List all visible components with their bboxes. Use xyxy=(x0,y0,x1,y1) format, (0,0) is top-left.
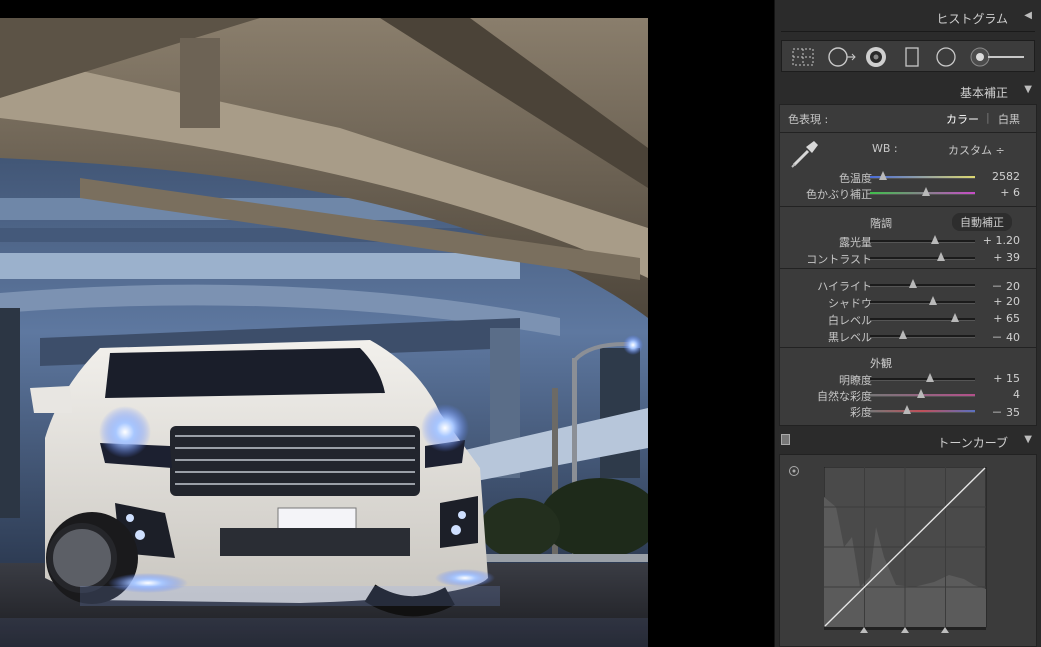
slider-track[interactable] xyxy=(870,235,975,244)
basic-header[interactable]: 基本補正 ▼ xyxy=(775,80,1041,102)
slider-label: 色かぶり補正 xyxy=(806,188,872,201)
slider-row: 黒レベル － 40 xyxy=(780,328,1038,344)
slider-thumb[interactable] xyxy=(917,389,926,398)
slider-thumb[interactable] xyxy=(929,296,937,305)
slider-label: 色温度 xyxy=(839,172,872,185)
slider-label: ハイライト xyxy=(817,280,872,293)
slider-label: 自然な彩度 xyxy=(817,390,872,403)
divider xyxy=(780,347,1036,348)
targeted-adjustment-icon[interactable] xyxy=(788,465,800,477)
tone-label: 階調 xyxy=(870,217,892,230)
divider xyxy=(781,31,1035,32)
wb-preset-select[interactable]: カスタム ÷ xyxy=(948,142,1005,158)
tone-curve-title: トーンカーブ xyxy=(937,436,1008,450)
slider-thumb[interactable] xyxy=(898,330,907,339)
adjustment-brush-icon[interactable] xyxy=(968,46,1026,68)
divider xyxy=(780,206,1036,207)
slider-value[interactable]: － 40 xyxy=(992,329,1021,345)
slider-label: 黒レベル xyxy=(828,331,872,344)
slider-thumb[interactable] xyxy=(951,313,960,322)
slider-value[interactable]: + 39 xyxy=(993,251,1020,264)
slider-track[interactable] xyxy=(870,330,975,339)
slider-row: 色かぶり補正 + 6 xyxy=(780,185,1038,201)
slider-track[interactable] xyxy=(870,171,975,180)
histogram-header[interactable]: ヒストグラム ◀ xyxy=(775,6,1041,28)
slider-value[interactable]: + 6 xyxy=(1000,186,1020,199)
basic-title: 基本補正 xyxy=(959,86,1008,100)
graduated-filter-icon[interactable] xyxy=(902,46,922,68)
slider-value[interactable]: + 1.20 xyxy=(983,234,1020,247)
slider-thumb[interactable] xyxy=(909,279,918,288)
slider-label: 明瞭度 xyxy=(839,374,872,387)
red-eye-icon[interactable] xyxy=(864,46,888,68)
slider-thumb[interactable] xyxy=(921,187,930,196)
panel-switch-icon[interactable] xyxy=(781,434,790,445)
car-under-highway-photo xyxy=(0,18,648,647)
slider-track[interactable] xyxy=(870,187,975,196)
slider-row: シャドウ + 20 xyxy=(780,294,1038,310)
triangle-down-icon[interactable]: ▼ xyxy=(1024,434,1032,445)
divider xyxy=(780,132,1036,133)
slider-label: 彩度 xyxy=(850,406,872,419)
tool-strip xyxy=(781,40,1035,72)
slider-value[interactable]: － 20 xyxy=(992,278,1021,294)
tone-curve-section xyxy=(779,454,1037,647)
slider-track[interactable] xyxy=(870,252,975,261)
slider-track[interactable] xyxy=(870,405,975,414)
slider-row: 自然な彩度 4 xyxy=(780,387,1038,403)
triangle-left-icon[interactable]: ◀ xyxy=(1024,10,1032,21)
photo-canvas[interactable] xyxy=(0,0,774,647)
slider-row: 露光量 + 1.20 xyxy=(780,233,1038,249)
histogram-title: ヒストグラム xyxy=(936,12,1008,26)
spot-removal-icon[interactable] xyxy=(826,46,858,68)
treatment-separator: | xyxy=(986,111,990,124)
slider-thumb[interactable] xyxy=(902,405,911,414)
wb-label: WB : xyxy=(872,142,898,155)
treatment-color-option[interactable]: カラー xyxy=(946,111,979,127)
presence-label: 外観 xyxy=(870,357,892,370)
slider-value[interactable]: 4 xyxy=(1013,388,1020,401)
develop-right-panel: ヒストグラム ◀ 基本補正 ▼ 色表現: カラー | 白黒 WB: カスタム… xyxy=(774,0,1041,647)
treatment-bw-option[interactable]: 白黒 xyxy=(998,111,1020,127)
treatment-label: 色表現 : xyxy=(788,113,829,126)
basic-section: 色表現 : カラー | 白黒 WB : カスタム ÷ 色温度 2582 色かぶり補正… xyxy=(779,104,1037,426)
wb-row: WB : カスタム ÷ xyxy=(780,141,1038,157)
slider-track[interactable] xyxy=(870,389,975,398)
slider-row: コントラスト + 39 xyxy=(780,250,1038,266)
slider-label: 白レベル xyxy=(828,314,872,327)
slider-label: 露光量 xyxy=(839,236,872,249)
slider-thumb[interactable] xyxy=(937,252,946,261)
photo-preview[interactable] xyxy=(0,18,648,647)
slider-row: 彩度 － 35 xyxy=(780,403,1038,419)
slider-value[interactable]: + 65 xyxy=(993,312,1020,325)
slider-value[interactable]: － 35 xyxy=(992,404,1021,420)
slider-value[interactable]: + 20 xyxy=(993,295,1020,308)
slider-track[interactable] xyxy=(870,313,975,322)
slider-row: 白レベル + 65 xyxy=(780,311,1038,327)
slider-row: 明瞭度 + 15 xyxy=(780,371,1038,387)
radial-filter-icon[interactable] xyxy=(934,46,958,68)
auto-tone-button[interactable]: 自動補正 xyxy=(952,213,1012,231)
slider-track[interactable] xyxy=(870,296,975,305)
slider-row: ハイライト － 20 xyxy=(780,277,1038,293)
tone-curve-graph[interactable] xyxy=(824,467,990,637)
slider-thumb[interactable] xyxy=(878,171,887,180)
triangle-down-icon[interactable]: ▼ xyxy=(1024,84,1032,95)
slider-value[interactable]: + 15 xyxy=(993,372,1020,385)
slider-track[interactable] xyxy=(870,373,975,382)
treatment-row: 色表現 : カラー | 白黒 xyxy=(780,110,1038,126)
slider-thumb[interactable] xyxy=(931,235,940,244)
slider-label: コントラスト xyxy=(806,253,872,266)
slider-label: シャドウ xyxy=(828,297,872,310)
divider xyxy=(780,268,1036,269)
tone-curve-header[interactable]: トーンカーブ ▼ xyxy=(775,430,1041,452)
crop-overlay-icon[interactable] xyxy=(790,46,816,68)
slider-row: 色温度 2582 xyxy=(780,169,1038,185)
slider-value[interactable]: 2582 xyxy=(992,170,1020,183)
slider-thumb[interactable] xyxy=(925,373,934,382)
slider-track[interactable] xyxy=(870,279,975,288)
